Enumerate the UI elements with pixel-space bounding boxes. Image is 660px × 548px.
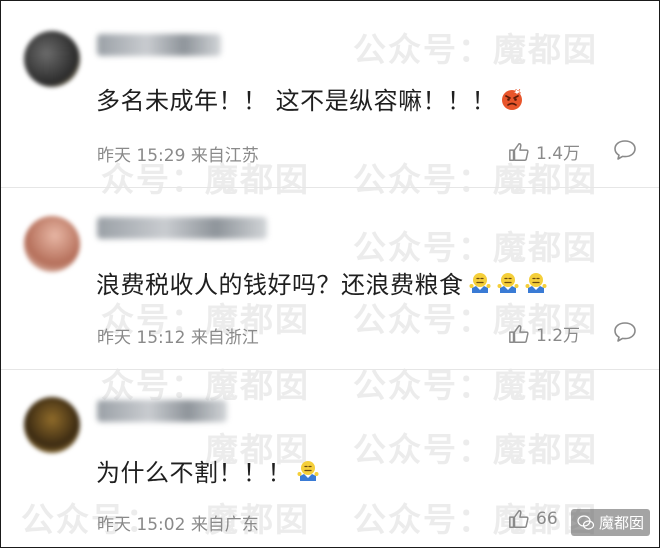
- shrug-emoji-icon: [524, 271, 548, 295]
- username-blurred[interactable]: [97, 34, 221, 56]
- comment-meta: 昨天 15:02 来自广东: [97, 510, 259, 535]
- comment-meta: 昨天 15:29 来自江苏: [97, 141, 259, 166]
- username-blurred[interactable]: [97, 217, 267, 239]
- avatar[interactable]: [24, 31, 80, 87]
- like-count: 1.2万: [536, 326, 581, 346]
- comment-item: 为什么不割！！！ 昨天 15:02 来自广东 66: [1, 370, 659, 547]
- avatar[interactable]: [24, 397, 80, 453]
- reply-button[interactable]: [613, 139, 637, 161]
- comment-source: 来自江苏: [190, 146, 259, 166]
- comment-text-body: 浪费税收人的钱好吗？还浪费粮食: [96, 271, 464, 299]
- thumbs-up-icon: [509, 142, 529, 161]
- comment-bubble-icon: [614, 322, 636, 342]
- wechat-icon: [577, 514, 595, 530]
- thumbs-up-icon: [509, 324, 529, 343]
- like-button[interactable]: 1.4万: [508, 139, 580, 164]
- comment-time: 昨天 15:02: [97, 515, 186, 535]
- badge-label: 魔都囡: [599, 514, 645, 532]
- comment-text: 为什么不割！！！: [96, 453, 320, 488]
- comment-item: 多名未成年！！ 这不是纵容嘛！！！ 昨天 15:29 来自江苏 1.4万: [1, 1, 659, 188]
- avatar[interactable]: [24, 216, 80, 272]
- shrug-emoji-icon: [468, 271, 492, 295]
- comment-text-body: 多名未成年！！ 这不是纵容嘛！！！: [96, 87, 497, 115]
- shrug-emoji-icon: [496, 271, 520, 295]
- comment-source: 来自广东: [190, 515, 259, 535]
- comment-list: 公众号：魔都囡 众号： 魔都囡 公众号：魔都囡 公众号：魔都囡 众号： 魔都囡 …: [0, 0, 660, 548]
- like-button[interactable]: 66: [508, 508, 558, 530]
- username-blurred[interactable]: [97, 400, 227, 422]
- comment-bubble-icon: [614, 140, 636, 160]
- comment-text: 多名未成年！！ 这不是纵容嘛！！！: [96, 81, 524, 116]
- like-count: 1.4万: [536, 144, 581, 164]
- comment-text: 浪费税收人的钱好吗？还浪费粮食: [96, 265, 548, 300]
- watermark-badge: 魔都囡: [571, 509, 651, 536]
- reply-button[interactable]: [613, 321, 637, 343]
- comment-source: 来自浙江: [190, 328, 259, 348]
- thumbs-up-icon: [509, 510, 529, 528]
- comment-text-body: 为什么不割！！！: [96, 459, 292, 487]
- comment-time: 昨天 15:12: [97, 328, 186, 348]
- comment-time: 昨天 15:29: [97, 146, 186, 166]
- like-button[interactable]: 1.2万: [508, 321, 580, 346]
- like-count: 66: [536, 509, 558, 529]
- comment-item: 浪费税收人的钱好吗？还浪费粮食 昨天 15:12 来自浙江 1.2万: [1, 188, 659, 370]
- angry-face-icon: [500, 87, 524, 111]
- comment-meta: 昨天 15:12 来自浙江: [97, 323, 259, 348]
- shrug-emoji-icon: [296, 459, 320, 483]
